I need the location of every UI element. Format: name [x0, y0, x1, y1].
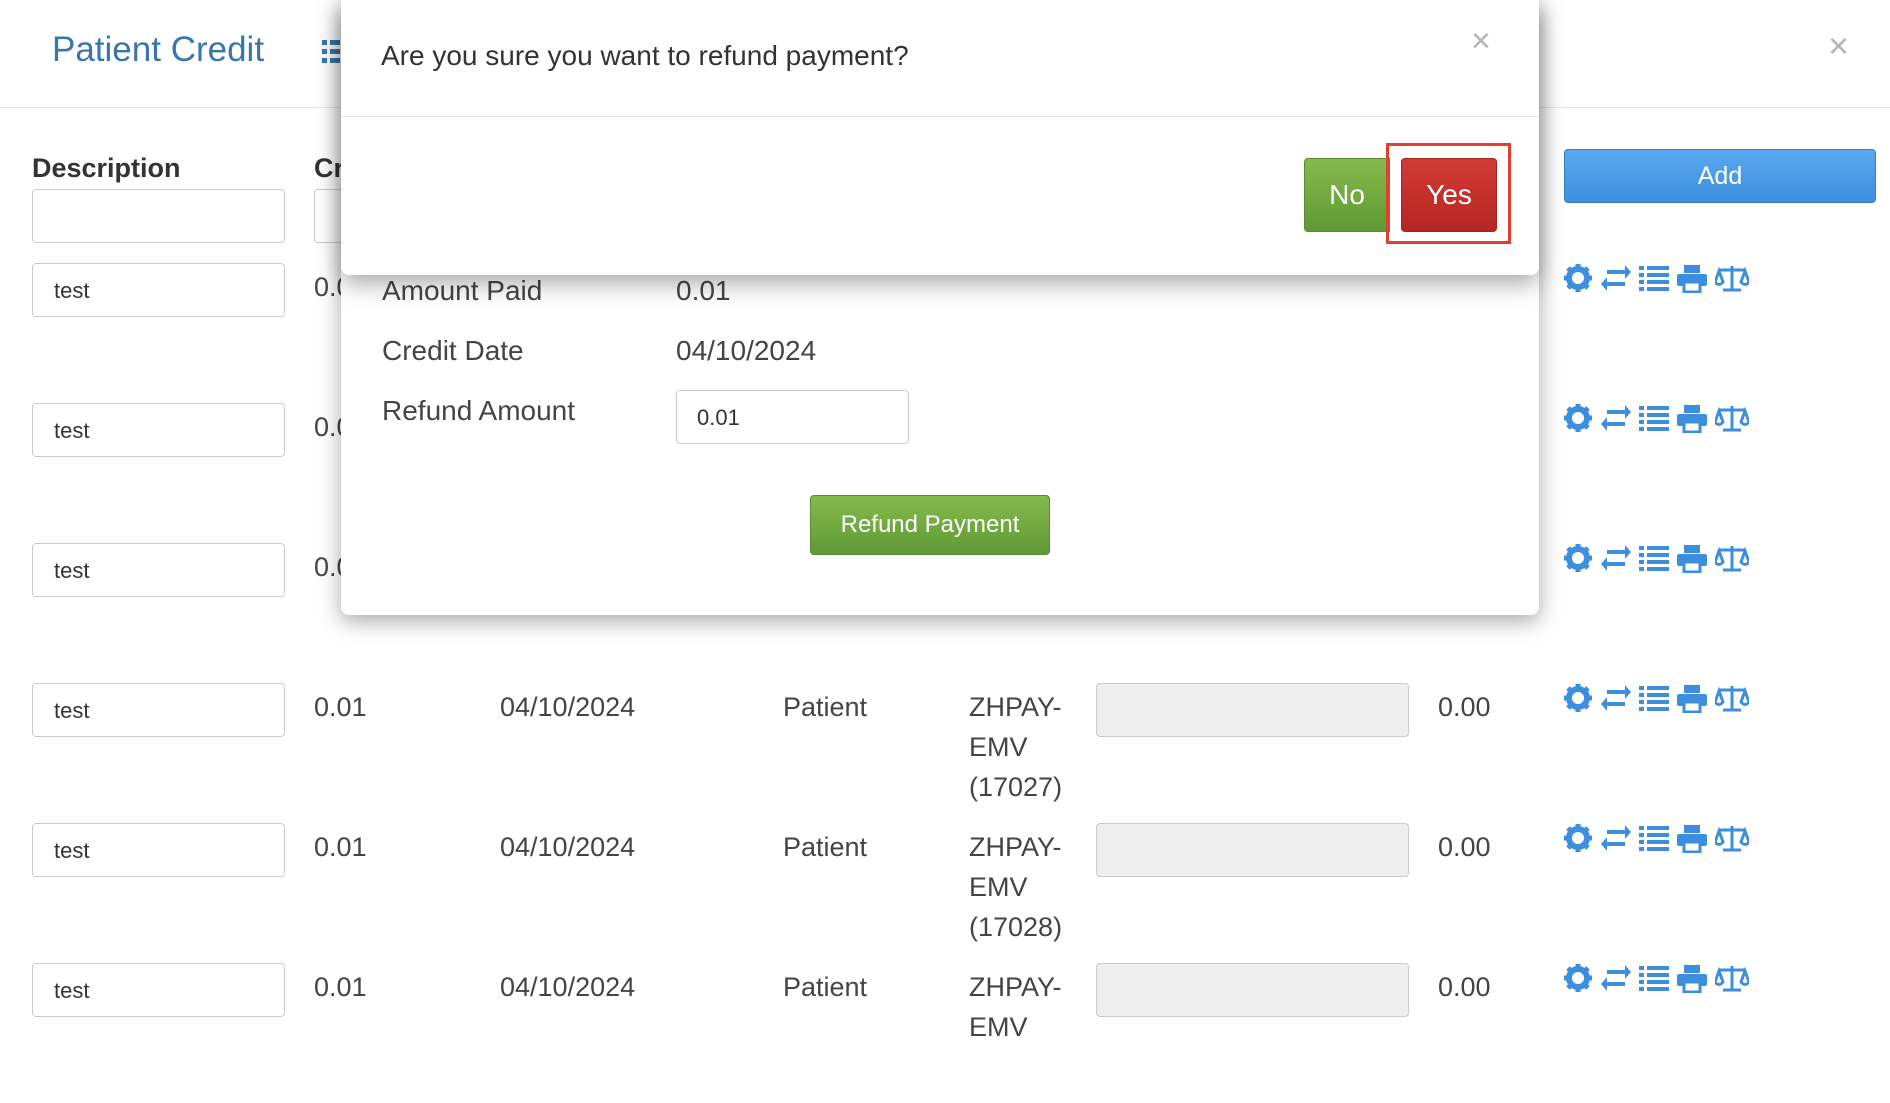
column-header-description: Description	[32, 153, 181, 183]
notes-input[interactable]	[1096, 683, 1409, 737]
close-icon[interactable]: ×	[1471, 24, 1491, 58]
confirm-title: Are you sure you want to refund payment?	[381, 40, 909, 71]
balance-amount: 0.00	[1438, 832, 1491, 862]
credit-date: 04/10/2024	[500, 832, 636, 862]
table-row: test 0.01 04/10/2024 Patient ZHPAY-EMV (1702…	[0, 683, 1890, 823]
table-row: test 0.01 04/10/2024 Patient ZHPAY-EMV 0.00	[0, 963, 1890, 1103]
credit-type: Patient	[783, 972, 868, 1002]
confirm-modal: Are you sure you want to refund payment?…	[341, 0, 1539, 275]
balance-amount: 0.00	[1438, 972, 1491, 1002]
page-title: Patient Credit	[52, 30, 265, 69]
description-input[interactable]: test	[32, 543, 285, 597]
credit-type: Patient	[783, 832, 868, 862]
amount-paid-value: 0.01	[676, 275, 731, 306]
payment-method: ZHPAY-EMV (17027)	[969, 692, 1063, 802]
description-input[interactable]: test	[32, 963, 285, 1017]
list-icon[interactable]	[322, 38, 340, 75]
description-input[interactable]: test	[32, 823, 285, 877]
refund-payment-button[interactable]: Refund Payment	[810, 495, 1050, 555]
notes-input[interactable]	[1096, 823, 1409, 877]
description-filter-input[interactable]	[32, 189, 285, 243]
credit-amount: 0.01	[314, 972, 367, 1002]
credit-date: 04/10/2024	[500, 972, 636, 1002]
modal-divider	[341, 116, 1539, 117]
payment-method: ZHPAY-EMV	[969, 972, 1062, 1042]
credit-date-value: 04/10/2024	[676, 335, 817, 366]
add-button[interactable]: Add	[1564, 149, 1876, 203]
table-row: test 0.01 04/10/2024 Patient ZHPAY-EMV (1702…	[0, 823, 1890, 963]
column-header-credit: Cr	[314, 153, 345, 183]
credit-date-label: Credit Date	[382, 335, 524, 366]
description-input[interactable]: test	[32, 683, 285, 737]
close-icon[interactable]: ×	[1828, 28, 1849, 64]
highlight-box	[1386, 143, 1511, 244]
notes-input[interactable]	[1096, 963, 1409, 1017]
no-button[interactable]: No	[1304, 158, 1390, 232]
refund-amount-input[interactable]: 0.01	[676, 390, 909, 444]
credit-type: Patient	[783, 692, 868, 722]
balance-amount: 0.00	[1438, 692, 1491, 722]
list-icon-glyph	[322, 40, 340, 63]
refund-amount-label: Refund Amount	[382, 395, 576, 426]
credit-amount: 0.01	[314, 832, 367, 862]
credit-amount: 0.01	[314, 692, 367, 722]
payment-method: ZHPAY-EMV (17028)	[969, 832, 1063, 942]
credit-date: 04/10/2024	[500, 692, 636, 722]
description-input[interactable]: test	[32, 403, 285, 457]
amount-paid-label: Amount Paid	[382, 275, 543, 306]
description-input[interactable]: test	[32, 263, 285, 317]
